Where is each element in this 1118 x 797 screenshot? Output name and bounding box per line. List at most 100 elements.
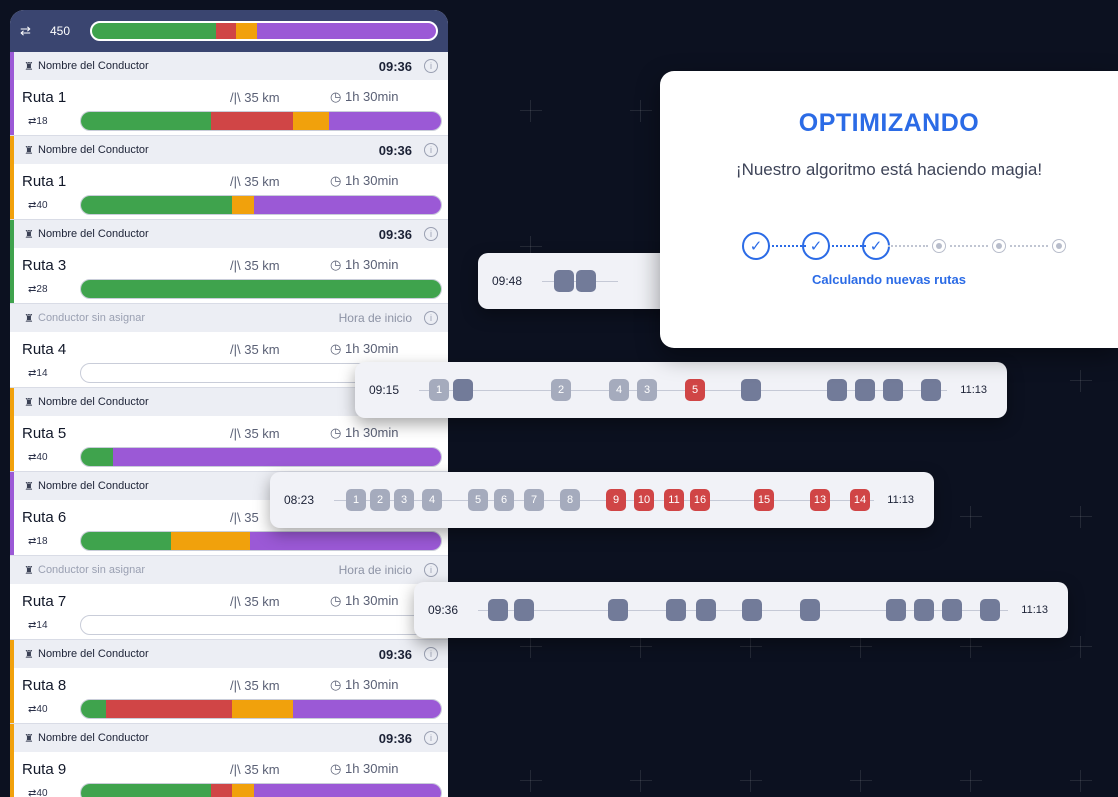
route-card[interactable]: ♜ Nombre del Conductor 09:36 i Ruta 1 /|… [10,136,448,220]
route-card-header: ♜ Nombre del Conductor 09:36 i [10,724,448,752]
stop-block[interactable] [800,599,820,621]
driver-name: Nombre del Conductor [38,228,149,240]
stop-block[interactable] [488,599,508,621]
timeline-row[interactable]: 09:36 11:13 [414,582,1068,638]
info-icon[interactable]: i [424,647,438,661]
stop-block[interactable]: 16 [690,489,710,511]
stop-block[interactable]: 4 [609,379,629,401]
clock-icon: ◷ [330,89,345,104]
stop-block[interactable] [741,379,761,401]
info-icon[interactable]: i [424,311,438,325]
stop-block[interactable] [883,379,903,401]
stop-block[interactable] [980,599,1000,621]
route-progress-bar [80,195,442,215]
timeline-start-time: 09:36 [428,603,459,617]
stop-block[interactable]: 9 [606,489,626,511]
stop-block[interactable] [514,599,534,621]
stop-block[interactable]: 2 [551,379,571,401]
stop-block[interactable]: 4 [422,489,442,511]
route-duration-value: 1h 30min [344,677,399,692]
stop-block[interactable]: 8 [560,489,580,511]
route-accent [10,136,14,219]
clock-icon: ◷ [330,761,345,776]
route-progress: ⇄40 [10,698,448,720]
route-card[interactable]: ♜ Conductor sin asignar Hora de inicio i… [10,556,448,640]
stop-block[interactable]: 13 [810,489,830,511]
route-duration-value: 1h 30min [344,89,399,104]
progress-segment-orange [232,700,294,718]
stop-block[interactable]: 6 [494,489,514,511]
route-card[interactable]: ♜ Nombre del Conductor 09:36 i Ruta 1 /|… [10,52,448,136]
grid-cross [630,100,652,122]
stop-block[interactable]: 7 [524,489,544,511]
timeline-start-time: 09:48 [492,274,523,288]
progress-segment-purple [253,784,441,797]
timeline-row[interactable]: 09:48 [478,253,678,309]
stop-block[interactable]: 15 [754,489,774,511]
route-progress: ⇄40 [10,782,448,797]
stop-block[interactable]: 1 [429,379,449,401]
progress-stepper: ✓ ✓ ✓ [660,226,1118,266]
grid-cross [850,636,872,658]
stop-block[interactable]: 1 [346,489,366,511]
progress-segment-green [81,196,233,214]
grid-cross [1070,636,1092,658]
route-name: Ruta 3 [22,256,67,274]
road-icon: /|\ [230,593,245,609]
stop-block[interactable]: 5 [468,489,488,511]
timeline-end-time: 11:13 [887,494,914,506]
check-icon: ✓ [862,232,890,260]
route-stops-value: 28 [36,283,48,295]
stop-block[interactable] [942,599,962,621]
route-card[interactable]: ♜ Nombre del Conductor 09:36 i Ruta 8 /|… [10,640,448,724]
route-accent [10,388,14,471]
step-connector [768,245,806,247]
stop-block[interactable] [453,379,473,401]
driver-name: Nombre del Conductor [38,648,149,660]
progress-segment-orange [293,112,330,130]
stop-block[interactable] [914,599,934,621]
route-duration-value: 1h 30min [344,173,399,188]
timeline-row[interactable]: 09:15 1 2 4 3 5 11:13 [355,362,1007,418]
route-progress-bar [80,783,442,797]
stop-block[interactable] [666,599,686,621]
info-icon[interactable]: i [424,59,438,73]
stop-block[interactable] [886,599,906,621]
stop-block[interactable]: 3 [637,379,657,401]
stop-block[interactable] [576,270,596,292]
route-accent [10,472,14,555]
stop-block[interactable] [855,379,875,401]
stop-block[interactable]: 10 [634,489,654,511]
stop-block[interactable]: 14 [850,489,870,511]
route-distance-value: 35 km [244,173,280,189]
timeline-end-time: 11:13 [960,384,987,396]
stop-block[interactable]: 5 [685,379,705,401]
route-name: Ruta 4 [22,340,67,358]
route-duration: ◷ 1h 30min [330,173,398,189]
road-icon: /|\ [230,677,245,693]
stop-block[interactable] [742,599,762,621]
route-card[interactable]: ♜ Nombre del Conductor 09:36 i Ruta 9 /|… [10,724,448,797]
info-icon[interactable]: i [424,143,438,157]
timeline-row[interactable]: 08:23 1 2 3 4 5 6 7 8 9 10 11 16 15 13 14 11:13 [270,472,934,528]
stop-block[interactable] [608,599,628,621]
stop-block[interactable] [827,379,847,401]
info-icon[interactable]: i [424,731,438,745]
progress-segment-green [81,784,211,797]
stop-block[interactable]: 3 [394,489,414,511]
stop-block[interactable] [696,599,716,621]
total-stops-count: 450 [50,24,71,38]
stop-block[interactable]: 2 [370,489,390,511]
route-distance: /|\ 35 km [230,342,330,357]
info-icon[interactable]: i [424,227,438,241]
stop-block[interactable] [921,379,941,401]
stop-block[interactable]: 11 [664,489,684,511]
route-details: Ruta 1 /|\ 35 km ◷ 1h 30min [10,80,448,110]
driver-icon: ♜ [24,732,34,745]
info-icon[interactable]: i [424,563,438,577]
grid-cross [960,506,982,528]
route-name: Ruta 9 [22,760,67,778]
stop-block[interactable] [554,270,574,292]
timeline-start-time: 08:23 [284,493,315,507]
route-card[interactable]: ♜ Nombre del Conductor 09:36 i Ruta 3 /|… [10,220,448,304]
